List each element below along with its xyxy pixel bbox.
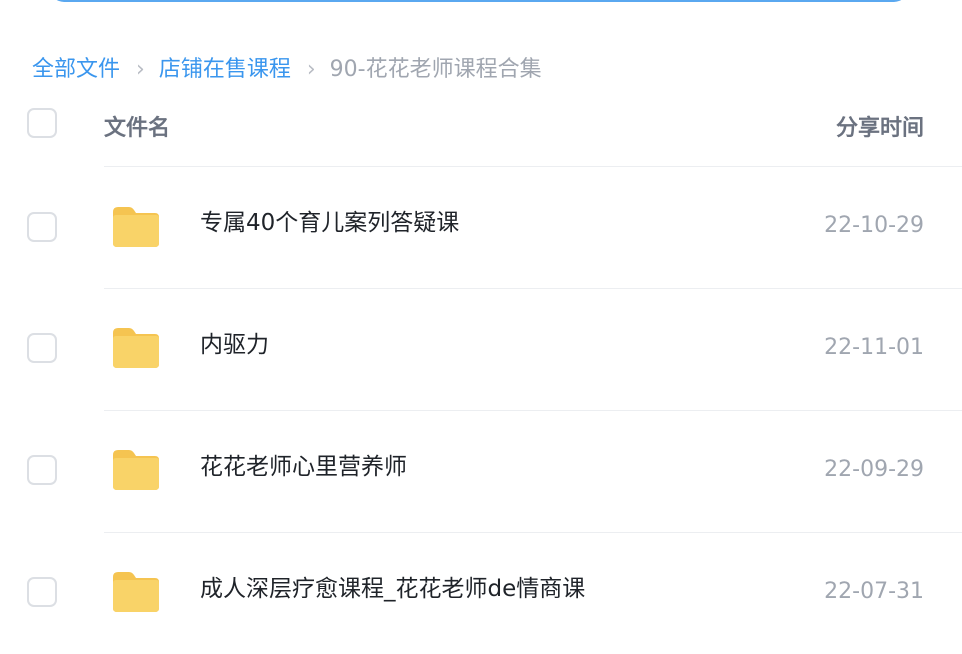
row-checkbox[interactable] [27,212,57,242]
file-name[interactable]: 成人深层疗愈课程_花花老师de情商课 [200,569,585,603]
folder-icon [113,450,159,490]
folder-icon [113,572,159,612]
breadcrumb-store-courses[interactable]: 店铺在售课程 [159,51,291,83]
column-header-name[interactable]: 文件名 [104,110,170,142]
breadcrumb-current: 90-花花老师课程合集 [329,57,542,82]
search-bar[interactable] [50,0,908,2]
breadcrumb: 全部文件 › 店铺在售课程 › 90-花花老师课程合集 [32,51,542,83]
select-all-checkbox[interactable] [27,108,57,138]
folder-icon [113,328,159,368]
file-row[interactable]: 成人深层疗愈课程_花花老师de情商课 22-07-31 [0,533,962,654]
share-time: 22-07-31 [824,579,924,604]
share-time: 22-11-01 [824,335,924,360]
file-row[interactable]: 专属40个育儿案列答疑课 22-10-29 [0,167,962,288]
file-name[interactable]: 专属40个育儿案列答疑课 [200,203,459,237]
file-name[interactable]: 花花老师心里营养师 [200,447,407,481]
row-checkbox[interactable] [27,333,57,363]
chevron-right-icon: › [306,56,316,82]
file-row[interactable]: 内驱力 22-11-01 [0,289,962,410]
share-time: 22-09-29 [824,457,924,482]
folder-icon [113,207,159,247]
column-header-time[interactable]: 分享时间 [836,110,924,142]
file-name[interactable]: 内驱力 [200,325,269,359]
chevron-right-icon: › [136,56,145,82]
row-checkbox[interactable] [27,455,57,485]
row-checkbox[interactable] [27,577,57,607]
share-time: 22-10-29 [824,213,924,238]
file-row[interactable]: 花花老师心里营养师 22-09-29 [0,411,962,532]
breadcrumb-all-files[interactable]: 全部文件 [32,51,120,83]
